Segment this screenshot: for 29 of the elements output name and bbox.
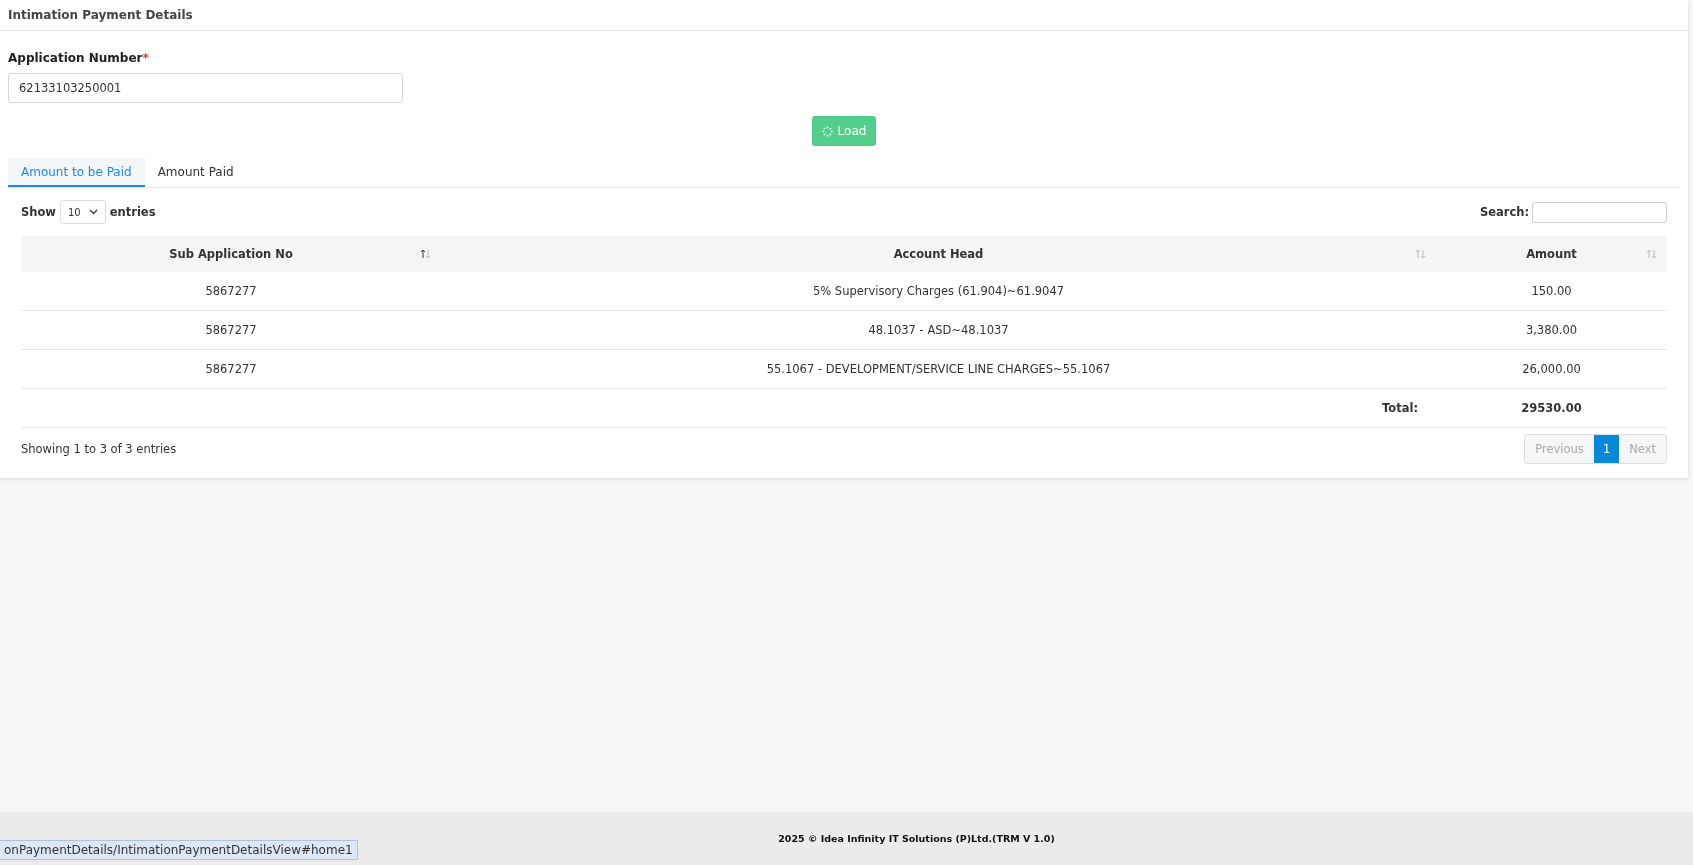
tab[interactable]: Amount Paid (144, 158, 247, 187)
table-cell: 150.00 (1436, 272, 1667, 311)
table-cell: 5867277 (21, 272, 441, 311)
search-field[interactable] (1532, 201, 1667, 223)
table-cell: 55.1067 - DEVELOPMENT/SERVICE LINE CHARGES~55.1067 (441, 349, 1436, 389)
total-label: Total: (441, 388, 1436, 428)
search-label: Search: (1479, 205, 1529, 219)
chevron-icon (88, 209, 98, 215)
table-cell: 5867277 (21, 349, 441, 389)
status-url: onPaymentDetails/IntimationPaymentDetailsView#home1 (0, 840, 358, 860)
total-value: 29530.00 (1436, 388, 1667, 428)
copyright-text: 2025 © Idea Infinity IT Solutions (P)Ltd.(TRM V 1.0) (778, 833, 1055, 844)
table-cell: 48.1037 - ASD~48.1037 (441, 310, 1436, 350)
table-info: Showing 1 to 3 of 3 entries (21, 442, 177, 456)
table-cell: 26,000.00 (1436, 349, 1667, 389)
page-size-select[interactable]: 10 (60, 200, 106, 224)
application-number-field[interactable]: 62133103250001 (8, 73, 403, 103)
column-header[interactable]: Amount (1436, 236, 1667, 272)
field-label: Application Number* (8, 51, 149, 65)
show-label: Show (21, 205, 56, 219)
column-header[interactable]: Account Head (441, 236, 1436, 272)
table-cell: 5% Supervisory Charges (61.904)~61.9047 (441, 272, 1436, 311)
column-header[interactable]: Sub Application No (21, 236, 441, 272)
page-button[interactable]: 1 (1593, 435, 1620, 463)
table-cell: 3,380.00 (1436, 310, 1667, 350)
page-title: Intimation Payment Details (8, 8, 193, 22)
table-cell: 5867277 (21, 310, 441, 350)
spinner-icon (821, 125, 833, 137)
entries-label: entries (109, 205, 156, 219)
